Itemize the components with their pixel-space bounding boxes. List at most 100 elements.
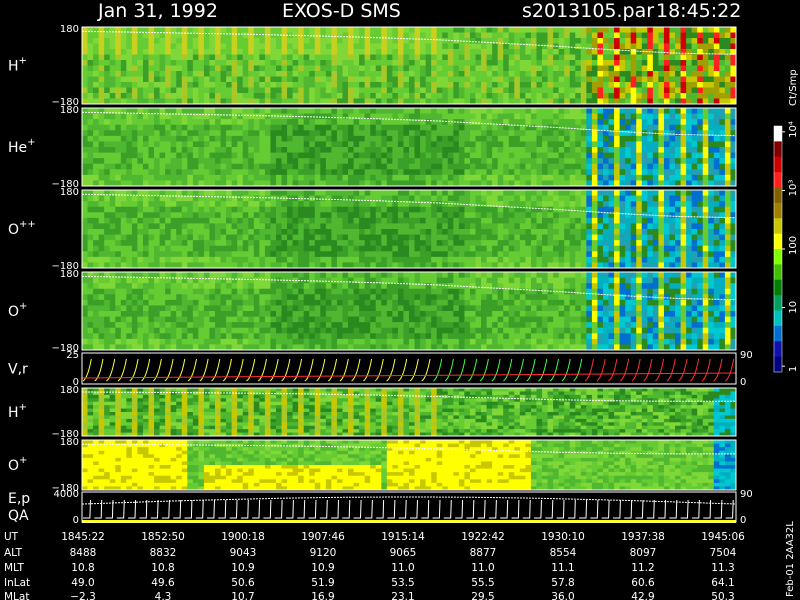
heatmap-cell	[342, 201, 349, 208]
heatmap-cell	[508, 141, 515, 148]
heatmap-cell	[442, 119, 449, 126]
heatmap-cell	[614, 152, 621, 159]
heatmap-cell	[109, 38, 116, 44]
heatmap-cell	[342, 113, 349, 120]
heatmap-cell	[231, 223, 238, 230]
heatmap-cell	[697, 119, 704, 126]
heatmap-cell	[663, 240, 670, 247]
heatmap-cell	[231, 190, 238, 196]
heatmap-cell	[270, 38, 277, 44]
heatmap-cell	[586, 54, 593, 61]
heatmap-cell	[442, 195, 449, 202]
heatmap-cell	[469, 245, 476, 252]
heatmap-cell	[215, 201, 221, 208]
heatmap-cell	[686, 76, 693, 83]
heatmap-cell	[115, 174, 122, 181]
heatmap-cell	[503, 54, 510, 61]
heatmap-cell	[492, 71, 499, 77]
heatmap-cell	[697, 108, 704, 114]
heatmap-cell	[325, 87, 332, 94]
heatmap-cell	[420, 130, 427, 137]
heatmap-cell	[215, 158, 221, 165]
heatmap-cell	[154, 141, 160, 148]
heatmap-cell	[469, 174, 476, 181]
heatmap-cell	[724, 240, 731, 247]
heatmap-cell	[281, 223, 288, 230]
heatmap-cell	[497, 60, 504, 66]
heatmap-cell	[503, 217, 510, 224]
heatmap-cell	[226, 240, 233, 247]
heatmap-cell	[309, 119, 316, 126]
heatmap-cell	[503, 82, 510, 88]
heatmap-cell	[492, 152, 499, 159]
heatmap-cell	[536, 71, 543, 77]
heatmap-cell	[198, 108, 205, 114]
heatmap-cell	[275, 147, 282, 153]
heatmap-cell	[591, 60, 598, 66]
heatmap-cell	[519, 152, 526, 159]
heatmap-cell	[270, 195, 277, 202]
heatmap-cell	[104, 65, 111, 72]
heatmap-cell	[270, 190, 277, 196]
heatmap-cell	[275, 38, 282, 44]
heatmap-cell	[87, 174, 94, 181]
heatmap-cell	[719, 158, 726, 165]
heatmap-cell	[492, 141, 499, 148]
heatmap-cell	[181, 27, 188, 33]
heatmap-cell	[314, 82, 321, 88]
heatmap-cell	[442, 190, 449, 196]
heatmap-cell	[82, 124, 88, 131]
heatmap-cell	[309, 217, 316, 224]
heatmap-cell	[519, 256, 526, 263]
heatmap-cell	[558, 201, 565, 208]
heatmap-cell	[364, 124, 371, 131]
heatmap-cell	[652, 32, 659, 39]
heatmap-cell	[486, 135, 493, 142]
heatmap-cell	[486, 124, 493, 131]
heatmap-cell	[364, 245, 371, 252]
heatmap-cell	[287, 135, 294, 142]
heatmap-cell	[591, 71, 598, 77]
heatmap-cell	[165, 169, 172, 176]
heatmap-cell	[558, 93, 565, 99]
heatmap-cell	[403, 245, 410, 252]
heatmap-cell	[392, 201, 399, 208]
heatmap-cell	[320, 65, 327, 72]
heatmap-cell	[120, 201, 127, 208]
heatmap-cell	[309, 152, 316, 159]
heatmap-cell	[181, 229, 188, 235]
heatmap-cell	[431, 76, 438, 83]
heatmap-cell	[564, 130, 571, 137]
heatmap-cell	[658, 108, 665, 114]
heatmap-cell	[602, 245, 609, 252]
heatmap-cell	[203, 201, 210, 208]
heatmap-cell	[176, 201, 183, 208]
heatmap-cell	[586, 60, 593, 66]
heatmap-cell	[447, 49, 454, 55]
heatmap-cell	[165, 251, 172, 258]
heatmap-cell	[569, 141, 576, 148]
heatmap-cell	[691, 234, 698, 241]
heatmap-cell	[475, 27, 482, 33]
heatmap-cell	[508, 93, 515, 99]
heatmap-cell	[104, 43, 111, 50]
heatmap-cell	[170, 60, 177, 66]
heatmap-cell	[614, 201, 621, 208]
heatmap-cell	[625, 87, 632, 94]
heatmap-cell	[187, 229, 194, 235]
heatmap-cell	[397, 245, 404, 252]
heatmap-cell	[203, 130, 210, 137]
heatmap-cell	[115, 169, 122, 176]
heatmap-cell	[176, 124, 183, 131]
heatmap-cell	[614, 82, 621, 88]
heatmap-cell	[165, 212, 172, 219]
heatmap-cell	[253, 158, 260, 165]
heatmap-cell	[619, 147, 626, 153]
heatmap-cell	[386, 141, 393, 148]
heatmap-cell	[669, 141, 676, 148]
heatmap-cell	[198, 87, 205, 94]
heatmap-cell	[486, 174, 493, 181]
heatmap-cell	[348, 152, 354, 159]
heatmap-cell	[192, 27, 199, 33]
heatmap-cell	[597, 87, 604, 94]
